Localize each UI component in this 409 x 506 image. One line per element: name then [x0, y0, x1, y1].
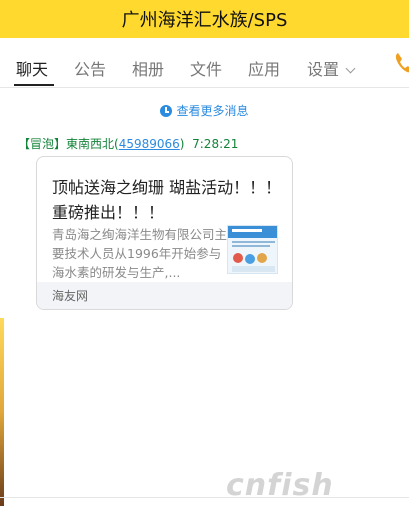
tab-album[interactable]: 相册	[132, 56, 164, 80]
card-source: 海友网	[37, 282, 292, 309]
window-title: 广州海洋汇水族/SPS	[121, 10, 288, 31]
active-tab-indicator	[14, 84, 54, 86]
tab-bar: 聊天 公告 相册 文件 应用 设置	[0, 38, 409, 88]
view-more-messages-link[interactable]: 查看更多消息	[0, 102, 409, 119]
input-divider	[0, 497, 409, 498]
sender-name[interactable]: 東南西北	[66, 137, 114, 151]
bubble-badge: 【冒泡】	[18, 137, 67, 151]
card-title: 顶帖送海之绚珊 瑚盐活动！！！ 重磅推出！！！	[52, 178, 282, 222]
message-time: 7:28:21	[192, 137, 239, 151]
chat-area: 查看更多消息 【冒泡】東南西北(45989066) 7:28:21 顶帖送海之绚…	[0, 89, 409, 506]
tab-settings[interactable]: 设置	[307, 56, 356, 80]
shared-link-card[interactable]: 顶帖送海之绚珊 瑚盐活动！！！ 重磅推出！！！ 青岛海之绚海洋生物有限公司主要技…	[36, 156, 293, 310]
background-image-edge	[0, 318, 4, 506]
tab-files[interactable]: 文件	[190, 56, 222, 80]
card-description: 青岛海之绚海洋生物有限公司主要技术人员从1996年开始参与海水素的研发与生产,.…	[52, 227, 227, 280]
title-bar: 广州海洋汇水族/SPS	[0, 0, 409, 38]
message-header: 【冒泡】東南西北(45989066) 7:28:21	[18, 135, 238, 152]
phone-icon[interactable]	[394, 51, 409, 75]
watermark: cnfish	[226, 468, 334, 503]
card-thumbnail	[227, 225, 278, 274]
sender-id-close: )	[179, 137, 185, 151]
view-more-label: 查看更多消息	[176, 104, 249, 118]
tab-announcements[interactable]: 公告	[74, 56, 106, 80]
chevron-down-icon	[345, 63, 356, 74]
sender-id-link[interactable]: 45989066	[119, 137, 180, 151]
tab-apps[interactable]: 应用	[248, 56, 280, 80]
clock-icon	[160, 105, 173, 117]
tab-chat[interactable]: 聊天	[16, 56, 48, 80]
tab-settings-label: 设置	[307, 60, 340, 79]
